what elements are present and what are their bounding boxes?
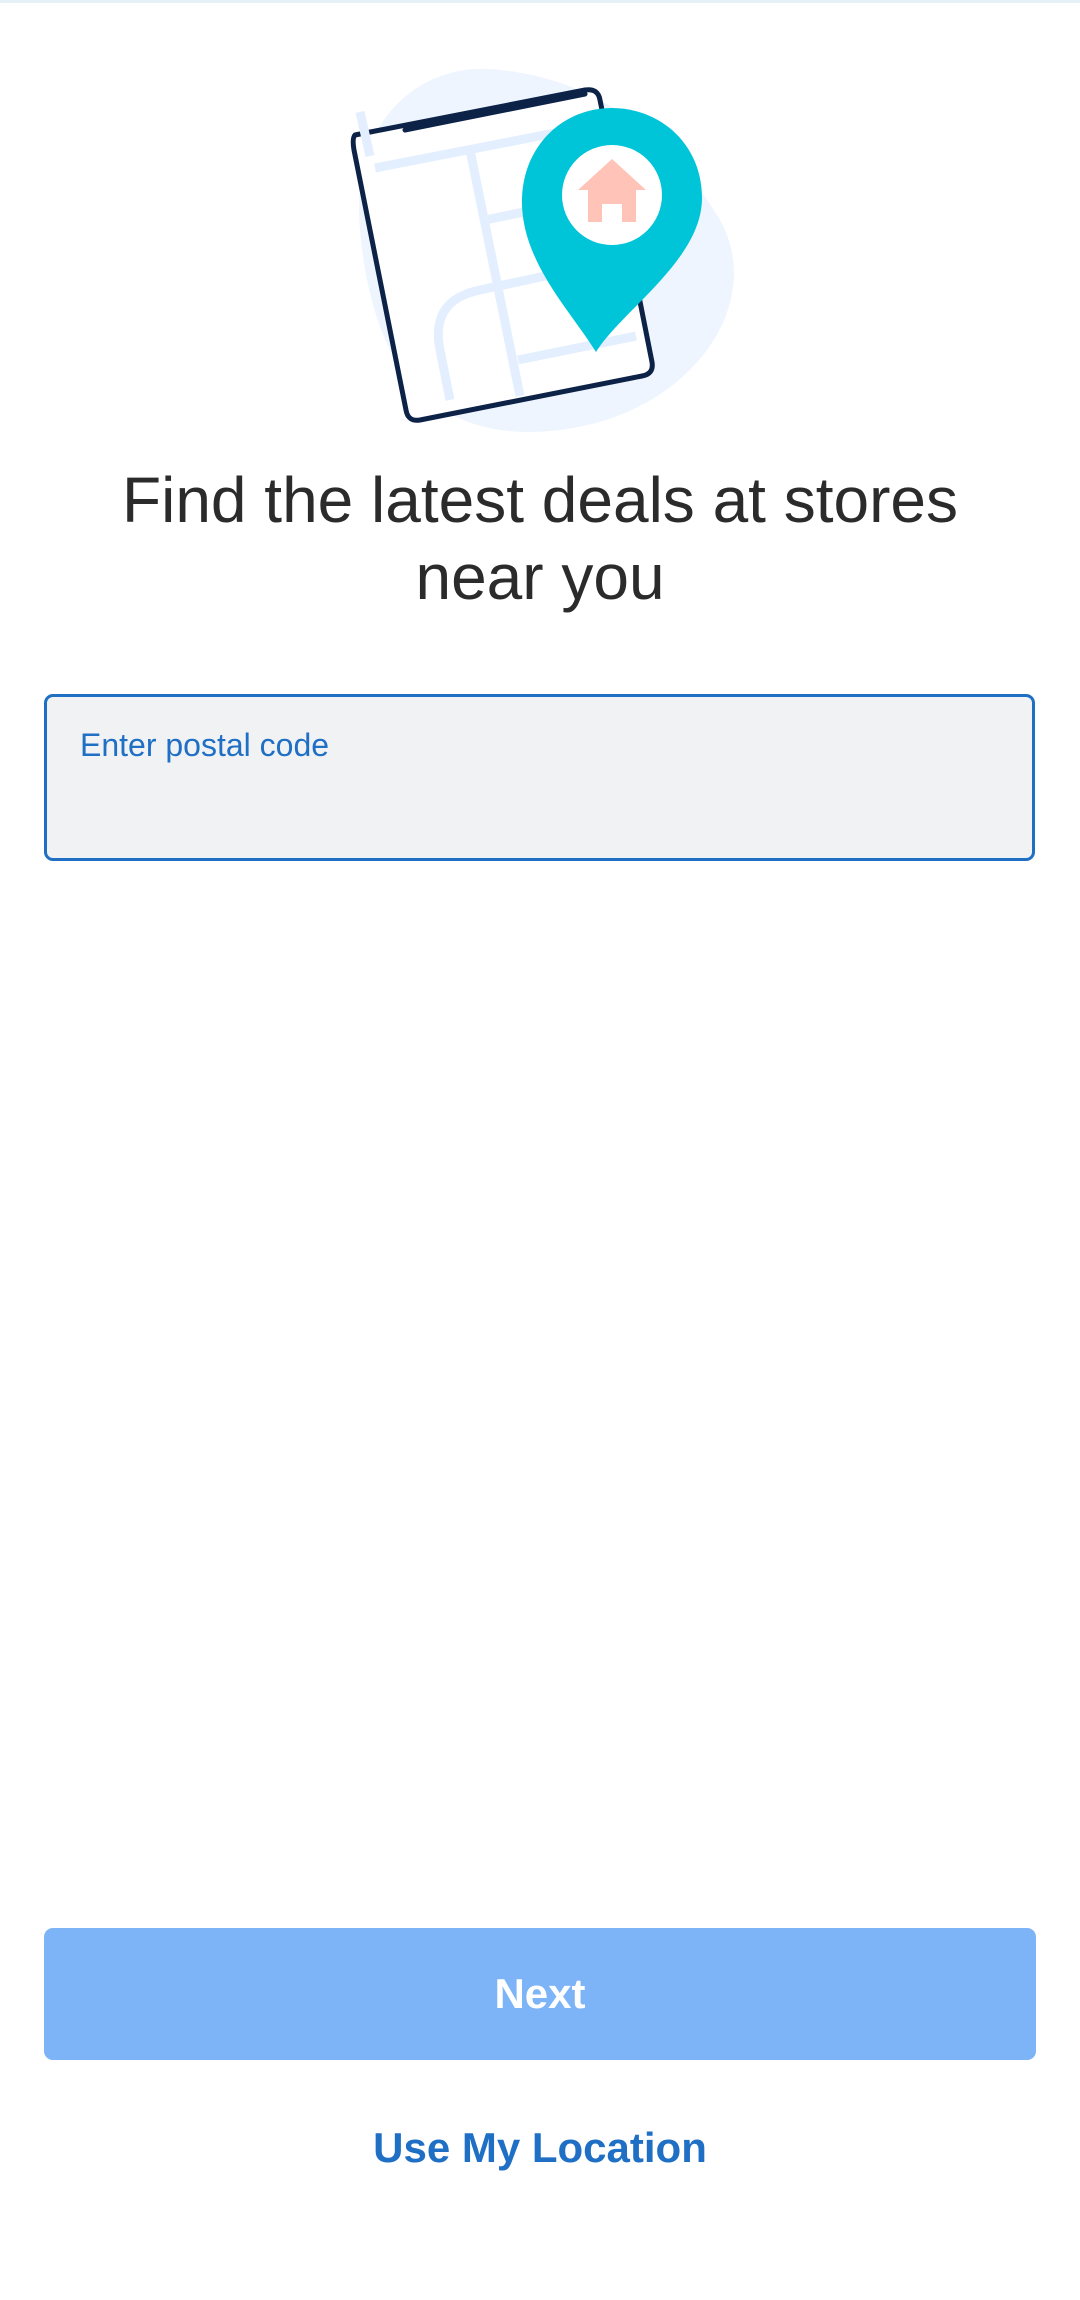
postal-code-label: Enter postal code — [80, 727, 330, 763]
postal-code-screen: Find the latest deals at stores near you… — [0, 0, 1080, 2300]
top-divider — [0, 0, 1080, 3]
postal-code-field[interactable]: Enter postal code — [44, 694, 1035, 861]
next-button[interactable]: Next — [44, 1928, 1036, 2060]
map-location-pin-icon — [350, 68, 734, 432]
postal-code-input[interactable] — [80, 777, 1004, 839]
page-title: Find the latest deals at stores near you — [122, 464, 958, 613]
use-my-location-link[interactable]: Use My Location — [240, 2112, 840, 2184]
